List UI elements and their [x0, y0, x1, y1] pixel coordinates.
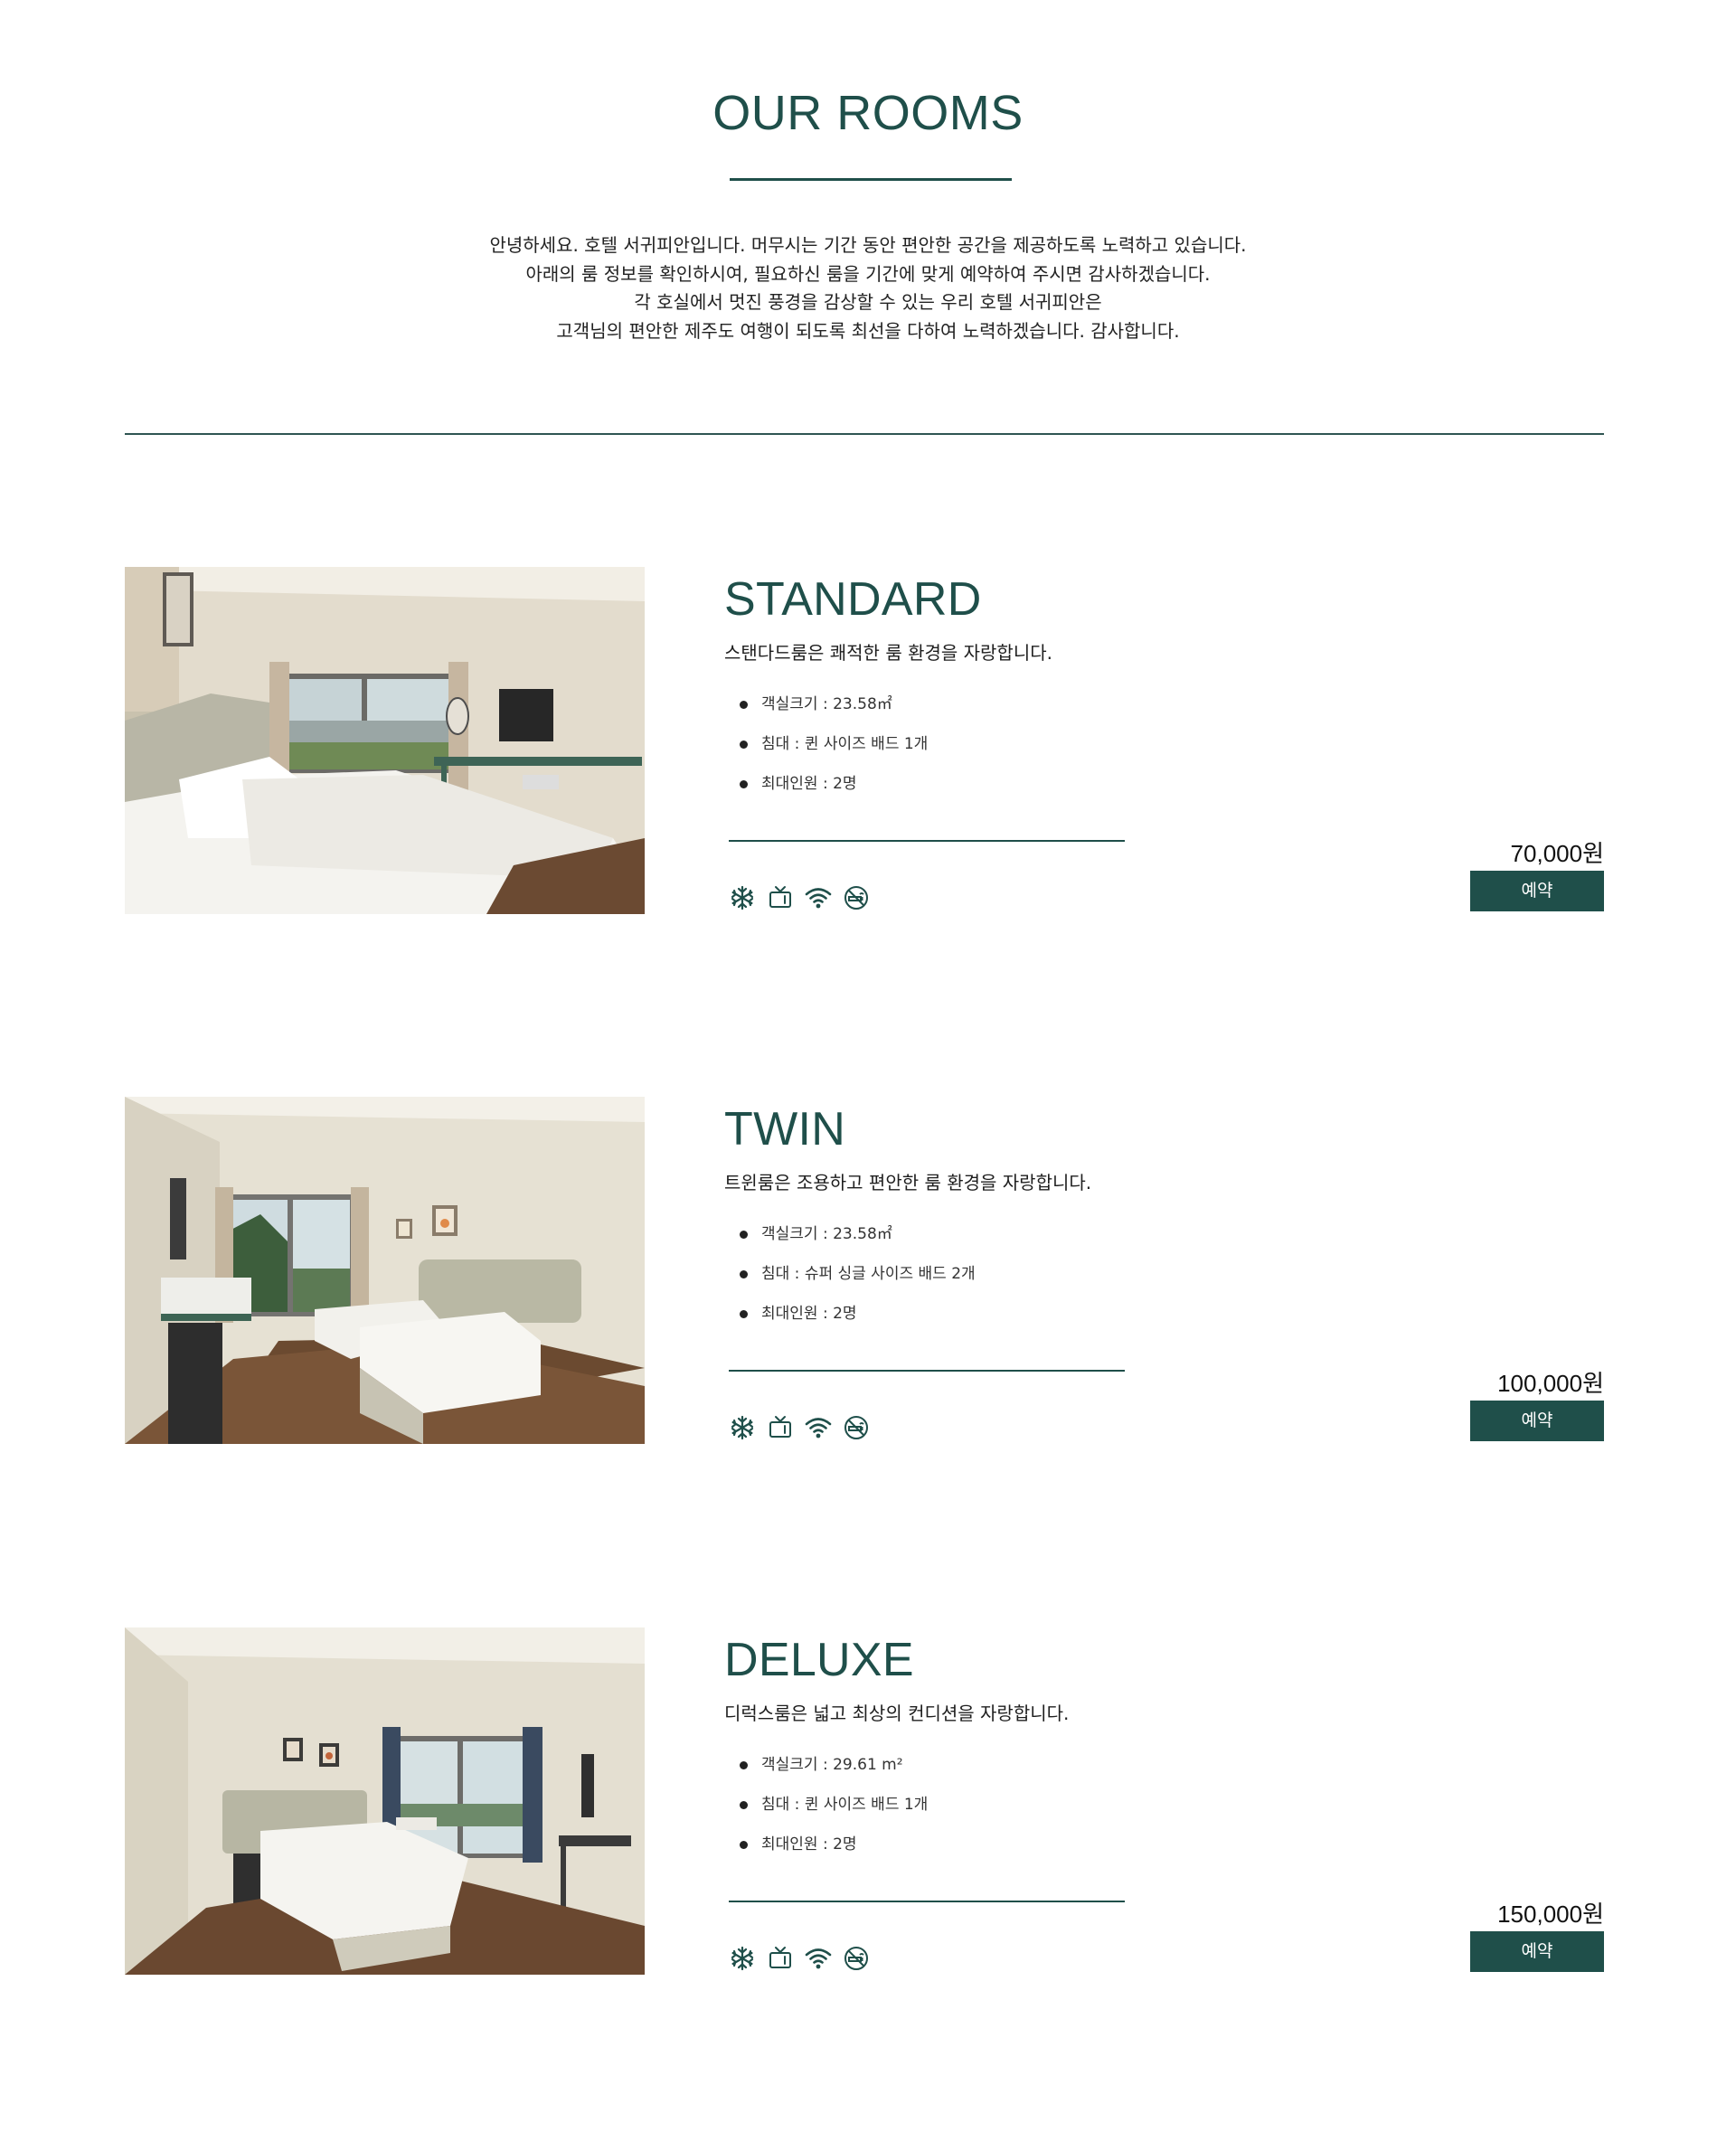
section-divider: [125, 433, 1604, 435]
room-price: 150,000원: [1497, 1901, 1604, 1928]
room-photo-deluxe[interactable]: [125, 1627, 645, 1975]
spec-bed: 침대 : 퀸 사이즈 배드 1개: [740, 733, 928, 773]
no-smoking-icon: [844, 886, 868, 910]
spec-divider: [729, 840, 1125, 842]
spec-max-guests: 최대인원 : 2명: [740, 773, 928, 813]
snowflake-icon: [731, 1415, 754, 1440]
room-price: 70,000원: [1510, 840, 1604, 867]
bullet: [740, 741, 748, 749]
snowflake-icon: [731, 1946, 754, 1971]
tv-icon: [769, 1416, 791, 1438]
snowflake-icon: [731, 885, 754, 910]
intro-line: 각 호실에서 멋진 풍경을 감상할 수 있는 우리 호텔 서귀피안은: [634, 291, 1102, 313]
bullet: [740, 701, 748, 709]
bullet: [740, 1801, 748, 1809]
spec-text: 최대인원 : 2명: [761, 775, 857, 793]
title-underline: [730, 178, 1012, 181]
rooms-page: OUR ROOMS 안녕하세요. 호텔 서귀피안입니다. 머무시는 기간 동안 …: [0, 0, 1736, 2132]
spec-room-size: 객실크기 : 23.58㎡: [740, 693, 928, 733]
page-title: OUR ROOMS: [712, 86, 1024, 140]
wifi-icon: [805, 888, 832, 909]
bullet: [740, 1270, 748, 1278]
reserve-button[interactable]: 예약: [1470, 1401, 1604, 1441]
reserve-button[interactable]: 예약: [1470, 1931, 1604, 1972]
spec-max-guests: 최대인원 : 2명: [740, 1834, 928, 1873]
spec-text: 침대 : 퀸 사이즈 배드 1개: [761, 735, 929, 753]
no-smoking-icon: [844, 1947, 868, 1970]
bullet: [740, 780, 748, 788]
bullet: [740, 1231, 748, 1239]
reserve-button[interactable]: 예약: [1470, 871, 1604, 911]
spec-text: 침대 : 퀸 사이즈 배드 1개: [761, 1796, 929, 1814]
spec-text: 최대인원 : 2명: [761, 1835, 857, 1854]
room-description: 스탠다드룸은 쾌적한 룸 환경을 자랑합니다.: [724, 642, 1052, 664]
room-card-twin: TWIN 트윈룸은 조용하고 편안한 룸 환경을 자랑합니다. 객실크기 : 2…: [0, 1097, 1736, 1444]
amenity-icons: [729, 884, 870, 911]
spec-text: 객실크기 : 29.61 m²: [761, 1756, 903, 1774]
tv-icon: [769, 1947, 791, 1968]
wifi-icon: [805, 1418, 832, 1439]
spec-max-guests: 최대인원 : 2명: [740, 1303, 976, 1343]
room-description: 트윈룸은 조용하고 편안한 룸 환경을 자랑합니다.: [724, 1172, 1092, 1193]
spec-list: 객실크기 : 23.58㎡ 침대 : 퀸 사이즈 배드 1개 최대인원 : 2명: [740, 693, 928, 813]
room-photo-twin[interactable]: [125, 1097, 645, 1444]
room-name: STANDARD: [724, 573, 982, 626]
amenity-icons: [729, 1945, 870, 1972]
no-smoking-icon: [844, 1416, 868, 1439]
spec-room-size: 객실크기 : 23.58㎡: [740, 1223, 976, 1263]
spec-bed: 침대 : 퀸 사이즈 배드 1개: [740, 1794, 928, 1834]
bullet: [740, 1761, 748, 1769]
wifi-icon: [805, 1948, 832, 1969]
spec-list: 객실크기 : 23.58㎡ 침대 : 슈퍼 싱글 사이즈 배드 2개 최대인원 …: [740, 1223, 976, 1343]
spec-list: 객실크기 : 29.61 m² 침대 : 퀸 사이즈 배드 1개 최대인원 : …: [740, 1754, 928, 1873]
room-name: DELUXE: [724, 1634, 914, 1686]
spec-text: 최대인원 : 2명: [761, 1305, 857, 1323]
intro-line: 고객님의 편안한 제주도 여행이 되도록 최선을 다하여 노력하겠습니다. 감사…: [556, 319, 1180, 342]
room-price: 100,000원: [1497, 1370, 1604, 1397]
spec-text: 침대 : 슈퍼 싱글 사이즈 배드 2개: [761, 1265, 976, 1283]
spec-text: 객실크기 : 23.58㎡: [761, 695, 892, 713]
bullet: [740, 1310, 748, 1318]
spec-divider: [729, 1370, 1125, 1372]
intro-line: 아래의 룸 정보를 확인하시여, 필요하신 룸을 기간에 맞게 예약하여 주시면…: [525, 262, 1211, 285]
room-photo-standard[interactable]: [125, 567, 645, 914]
room-card-deluxe: DELUXE 디럭스룸은 넓고 최상의 컨디션을 자랑합니다. 객실크기 : 2…: [0, 1627, 1736, 1975]
room-description: 디럭스룸은 넓고 최상의 컨디션을 자랑합니다.: [724, 1703, 1070, 1724]
intro-text: 안녕하세요. 호텔 서귀피안입니다. 머무시는 기간 동안 편안한 공간을 제공…: [0, 231, 1736, 345]
amenity-icons: [729, 1414, 870, 1441]
tv-icon: [769, 886, 791, 908]
intro-line: 안녕하세요. 호텔 서귀피안입니다. 머무시는 기간 동안 편안한 공간을 제공…: [489, 234, 1247, 256]
bullet: [740, 1841, 748, 1849]
spec-room-size: 객실크기 : 29.61 m²: [740, 1754, 928, 1794]
spec-bed: 침대 : 슈퍼 싱글 사이즈 배드 2개: [740, 1263, 976, 1303]
room-name: TWIN: [724, 1103, 846, 1156]
room-card-standard: STANDARD 스탠다드룸은 쾌적한 룸 환경을 자랑합니다. 객실크기 : …: [0, 567, 1736, 914]
spec-divider: [729, 1901, 1125, 1902]
spec-text: 객실크기 : 23.58㎡: [761, 1225, 892, 1243]
